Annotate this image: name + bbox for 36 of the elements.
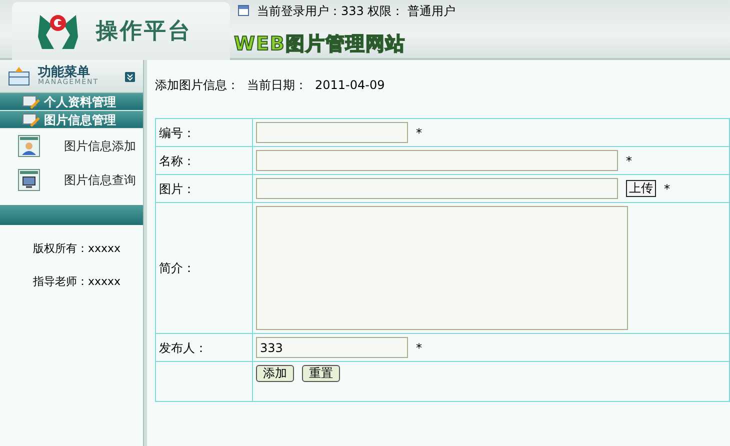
description-field[interactable]	[256, 206, 628, 330]
user-form-icon	[18, 135, 40, 157]
logo-text: 操作平台	[96, 18, 192, 46]
menu-section[interactable]: 图片信息管理	[0, 111, 144, 129]
required-mark: *	[664, 180, 670, 198]
window-icon	[238, 5, 249, 16]
field-label: 名称：	[159, 154, 195, 168]
date-label: 当前日期：	[247, 77, 307, 94]
required-mark: *	[626, 152, 632, 170]
form-pencil-icon	[22, 112, 40, 126]
required-mark: *	[416, 340, 422, 356]
date-value: 2011-04-09	[315, 77, 385, 94]
menu-icon	[8, 66, 30, 86]
form-button[interactable]: 重置	[302, 365, 340, 382]
input-field[interactable]: 333	[256, 337, 408, 358]
page-heading: 添加图片信息：	[155, 77, 239, 94]
field-label: 编号：	[159, 126, 195, 140]
required-mark: *	[416, 124, 422, 142]
menu-item[interactable]: 图片信息添加	[64, 137, 136, 155]
menu-title: 功能菜单	[38, 66, 90, 79]
menu-item[interactable]: 图片信息查询	[64, 171, 136, 189]
site-title: WEB图片管理网站	[233, 32, 406, 56]
field-label: 图片：	[159, 182, 195, 196]
upload-button[interactable]: 上传	[626, 180, 656, 197]
computer-form-icon	[18, 169, 40, 191]
footer-text: 版权所有：xxxxx	[32, 241, 122, 257]
input-field[interactable]	[256, 178, 618, 199]
form-button[interactable]: 添加	[256, 365, 294, 382]
input-field[interactable]	[256, 122, 408, 143]
form-pencil-icon	[22, 94, 40, 108]
input-field[interactable]	[256, 150, 618, 171]
field-label: 发布人：	[159, 340, 207, 354]
field-label: 简介：	[159, 261, 195, 275]
user-info: 当前登录用户：333 权限： 普通用户	[257, 2, 456, 20]
menu-section[interactable]: 个人资料管理	[0, 93, 144, 111]
footer-text: 指导老师：xxxxx	[32, 274, 122, 290]
